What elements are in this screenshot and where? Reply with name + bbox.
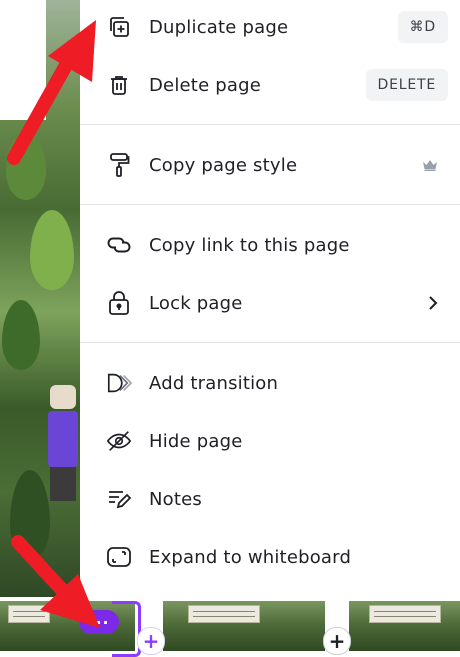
menu-item-label: Delete page [149, 74, 262, 96]
plus-icon: + [142, 629, 160, 653]
transition-icon [106, 370, 132, 396]
chevron-right-icon [428, 295, 438, 311]
menu-divider [80, 342, 460, 343]
delete-page-item[interactable]: Delete page DELETE [80, 60, 460, 110]
menu-divider [80, 124, 460, 125]
menu-item-label: Duplicate page [149, 16, 289, 38]
menu-divider [80, 204, 460, 205]
link-icon [106, 232, 132, 258]
expand-to-whiteboard-item[interactable]: Expand to whiteboard [80, 532, 460, 582]
menu-item-label: Copy link to this page [149, 234, 350, 256]
plus-icon: + [328, 629, 346, 653]
menu-item-label: Hide page [149, 430, 243, 452]
notes-item[interactable]: Notes [80, 474, 460, 524]
menu-item-label: Lock page [149, 292, 243, 314]
annotation-arrow [7, 20, 96, 165]
page-thumbnail[interactable] [349, 601, 460, 651]
add-transition-item[interactable]: Add transition [80, 358, 460, 408]
copy-link-item[interactable]: Copy link to this page [80, 220, 460, 270]
hide-page-item[interactable]: Hide page [80, 416, 460, 466]
lock-icon [106, 290, 132, 316]
shortcut-badge: ⌘D [397, 11, 448, 43]
lock-page-item[interactable]: Lock page [80, 278, 460, 328]
jungle-leaf [2, 300, 40, 370]
crown-icon [422, 159, 438, 171]
eye-slash-icon [106, 428, 132, 454]
menu-item-label: Copy page style [149, 154, 298, 176]
notes-icon [106, 486, 132, 512]
page-thumbnail[interactable] [163, 601, 325, 651]
shortcut-badge: DELETE [365, 69, 448, 101]
page-context-menu: Duplicate page ⌘D Delete page DELETE Cop… [80, 0, 460, 597]
menu-item-label: Notes [149, 488, 202, 510]
duplicate-page-item[interactable]: Duplicate page ⌘D [80, 2, 460, 52]
jungle-leaf [30, 210, 74, 290]
copy-page-style-item[interactable]: Copy page style [80, 140, 460, 190]
menu-item-label: Expand to whiteboard [149, 546, 352, 568]
lego-character [48, 385, 78, 505]
menu-item-label: Add transition [149, 372, 279, 394]
annotation-arrow [11, 535, 100, 628]
